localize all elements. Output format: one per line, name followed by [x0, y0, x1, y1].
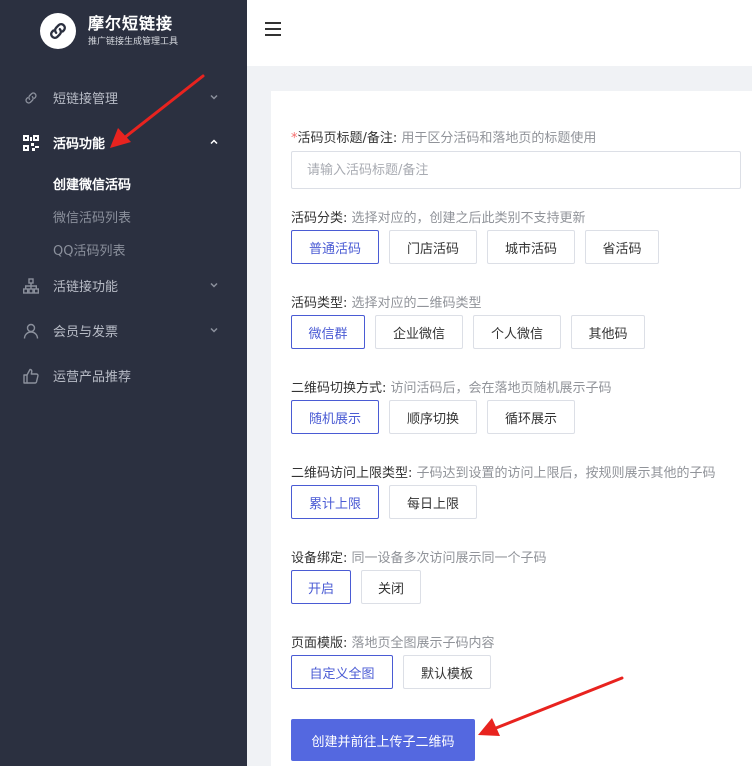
title-input[interactable]	[291, 151, 741, 189]
switch-option-sequential[interactable]: 顺序切换	[389, 400, 477, 434]
sidebar-item-recommended-products[interactable]: 运营产品推荐	[0, 357, 247, 393]
switch-mode-hint: 访问活码后，会在落地页随机展示子码	[386, 381, 612, 396]
limit-type-hint: 子码达到设置的访问上限后，按规则展示其他的子码	[412, 466, 716, 481]
device-bind-label: 设备绑定: 同一设备多次访问展示同一个子码	[291, 547, 547, 566]
sidebar-item-label: 运营产品推荐	[53, 369, 132, 385]
category-option-normal[interactable]: 普通活码	[291, 230, 379, 264]
sidebar-item-membership[interactable]: 会员与发票	[0, 312, 247, 348]
template-option-custom-full[interactable]: 自定义全图	[291, 655, 393, 689]
link-icon	[22, 89, 40, 107]
sidebar-subitem-create-wechat-code[interactable]: 创建微信活码	[53, 174, 131, 193]
limit-type-label-text: 二维码访问上限类型:	[291, 466, 413, 481]
title-hint: 用于区分活码和落地页的标题使用	[397, 131, 597, 146]
sitemap-icon	[22, 277, 40, 295]
type-option-wecom[interactable]: 企业微信	[375, 315, 463, 349]
limit-option-cumulative[interactable]: 累计上限	[291, 485, 379, 519]
template-hint: 落地页全图展示子码内容	[347, 636, 495, 651]
device-bind-option-off[interactable]: 关闭	[361, 570, 421, 604]
sidebar-item-live-links[interactable]: 活链接功能	[0, 267, 247, 303]
create-and-upload-button[interactable]: 创建并前往上传子二维码	[291, 719, 475, 761]
type-label-text: 活码类型:	[291, 296, 348, 311]
type-option-other[interactable]: 其他码	[571, 315, 645, 349]
chain-link-icon	[40, 13, 76, 49]
device-bind-hint: 同一设备多次访问展示同一个子码	[347, 551, 547, 566]
chevron-down-icon	[210, 282, 218, 288]
category-label-text: 活码分类:	[291, 211, 348, 226]
thumbs-up-icon	[22, 367, 40, 385]
sidebar: 摩尔短链接 推广链接生成管理工具 短链接管理 活码功能 创建微信活码 微信活码列…	[0, 0, 247, 766]
switch-option-loop[interactable]: 循环展示	[487, 400, 575, 434]
sidebar-item-label: 活链接功能	[53, 279, 119, 295]
type-label: 活码类型: 选择对应的二维码类型	[291, 292, 482, 311]
sidebar-subitem-wechat-code-list[interactable]: 微信活码列表	[53, 207, 131, 226]
device-bind-label-text: 设备绑定:	[291, 551, 348, 566]
device-bind-option-on[interactable]: 开启	[291, 570, 351, 604]
menu-toggle-icon[interactable]	[265, 22, 281, 38]
chevron-down-icon	[210, 327, 218, 333]
sidebar-item-live-code[interactable]: 活码功能	[0, 124, 247, 160]
sidebar-item-label: 活码功能	[53, 136, 106, 152]
type-option-wechat-group[interactable]: 微信群	[291, 315, 365, 349]
template-label-text: 页面模版:	[291, 636, 348, 651]
chevron-down-icon	[210, 94, 218, 100]
category-option-province[interactable]: 省活码	[585, 230, 659, 264]
sidebar-item-label: 短链接管理	[53, 91, 119, 107]
category-option-store[interactable]: 门店活码	[389, 230, 477, 264]
sidebar-subitem-qq-code-list[interactable]: QQ活码列表	[53, 240, 125, 259]
sidebar-item-label: 会员与发票	[53, 324, 119, 340]
qrcode-icon	[22, 134, 40, 152]
switch-mode-label: 二维码切换方式: 访问活码后，会在落地页随机展示子码	[291, 377, 612, 396]
user-icon	[22, 322, 40, 340]
switch-mode-label-text: 二维码切换方式:	[291, 381, 387, 396]
switch-option-random[interactable]: 随机展示	[291, 400, 379, 434]
brand-logo[interactable]: 摩尔短链接 推广链接生成管理工具	[40, 13, 178, 49]
limit-type-label: 二维码访问上限类型: 子码达到设置的访问上限后，按规则展示其他的子码	[291, 462, 716, 481]
brand-subtitle: 推广链接生成管理工具	[88, 37, 179, 47]
type-hint: 选择对应的二维码类型	[347, 296, 482, 311]
category-label: 活码分类: 选择对应的，创建之后此类别不支持更新	[291, 207, 586, 226]
chevron-up-icon	[210, 139, 218, 145]
template-option-default[interactable]: 默认模板	[403, 655, 491, 689]
title-field-label: *活码页标题/备注: 用于区分活码和落地页的标题使用	[291, 127, 596, 146]
top-bar	[247, 0, 752, 66]
type-option-personal-wechat[interactable]: 个人微信	[473, 315, 561, 349]
sidebar-item-short-links[interactable]: 短链接管理	[0, 79, 247, 115]
category-option-city[interactable]: 城市活码	[487, 230, 575, 264]
template-label: 页面模版: 落地页全图展示子码内容	[291, 632, 495, 651]
limit-option-daily[interactable]: 每日上限	[389, 485, 477, 519]
brand-title: 摩尔短链接	[88, 14, 174, 33]
title-label-text: 活码页标题/备注:	[297, 131, 398, 146]
category-hint: 选择对应的，创建之后此类别不支持更新	[347, 211, 586, 226]
